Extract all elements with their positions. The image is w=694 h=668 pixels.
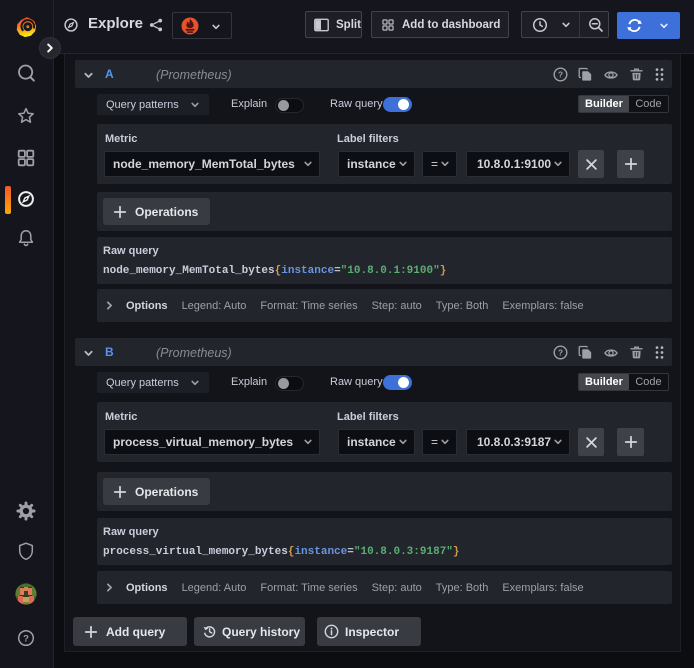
svg-text:?: ?: [23, 633, 29, 644]
svg-text:?: ?: [558, 71, 563, 80]
svg-text:?: ?: [558, 349, 563, 358]
